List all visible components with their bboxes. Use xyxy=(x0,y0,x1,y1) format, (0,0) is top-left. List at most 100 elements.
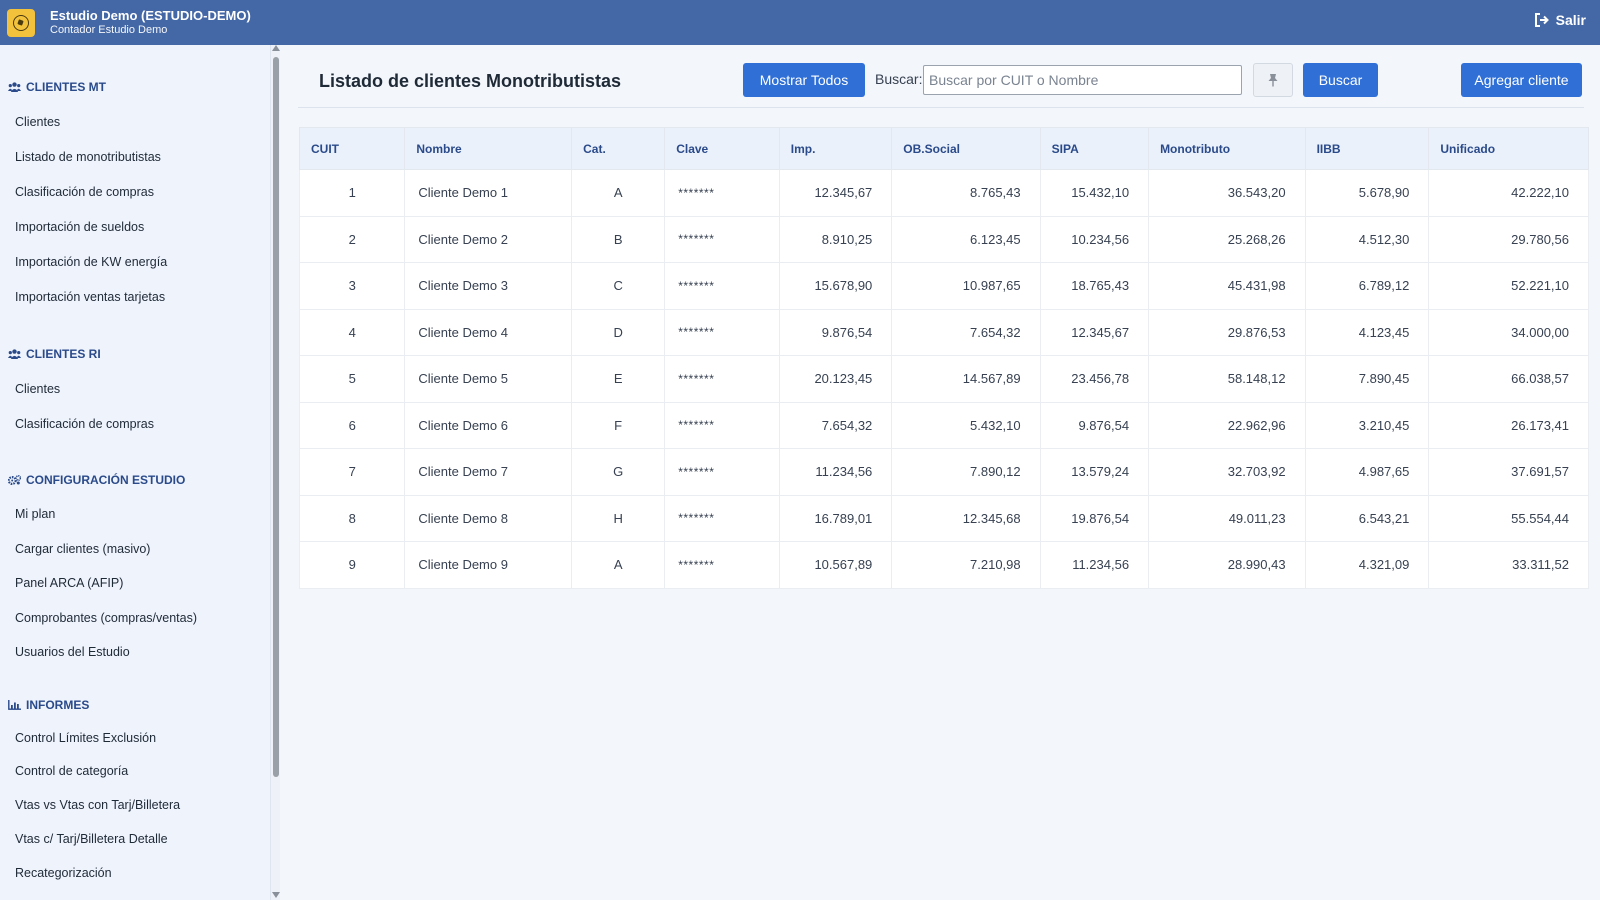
column-header-cat[interactable]: Cat. xyxy=(571,127,666,170)
sidebar-item-vtas-detalle[interactable]: Vtas c/ Tarj/Billetera Detalle xyxy=(15,832,168,846)
table-row[interactable]: 7 Cliente Demo 7 G ******* 11.234,56 7.890,12… xyxy=(298,448,1589,496)
search-label: Buscar: xyxy=(875,71,923,87)
sidebar-item-clasificacion-compras-ri[interactable]: Clasificación de compras xyxy=(15,417,154,431)
section-title: CLIENTES RI xyxy=(26,347,101,361)
sidebar-item-clientes-mt[interactable]: Clientes xyxy=(15,115,60,129)
sidebar-item-cargar-clientes[interactable]: Cargar clientes (masivo) xyxy=(15,542,150,556)
cell-iibb: 3.210,45 xyxy=(1304,401,1430,449)
sidebar-item-recategorizacion[interactable]: Recategorización xyxy=(15,866,112,880)
sidebar-scrollbar[interactable] xyxy=(270,45,280,900)
cell-iibb: 6.789,12 xyxy=(1304,262,1430,310)
column-header-imp[interactable]: Imp. xyxy=(778,127,893,170)
page-title: Listado de clientes Monotributistas xyxy=(319,71,622,91)
cell-cuit: 6 xyxy=(298,401,406,449)
column-header-monotributo[interactable]: Monotributo xyxy=(1148,127,1306,170)
cell-nombre: Cliente Demo 7 xyxy=(404,448,573,496)
column-header-ob-social[interactable]: OB.Social xyxy=(891,127,1041,170)
cell-iibb: 6.543,21 xyxy=(1304,494,1430,542)
table-row[interactable]: 5 Cliente Demo 5 E ******* 20.123,45 14.567,8… xyxy=(298,355,1589,403)
scrollbar-thumb[interactable] xyxy=(273,57,279,777)
cell-imp: 15.678,90 xyxy=(778,262,893,310)
sidebar-item-usuarios[interactable]: Usuarios del Estudio xyxy=(15,645,130,659)
section-title: INFORMES xyxy=(26,698,90,712)
sidebar-item-listado-monotributistas[interactable]: Listado de monotributistas xyxy=(15,150,161,164)
sidebar-item-comprobantes[interactable]: Comprobantes (compras/ventas) xyxy=(15,611,197,625)
sidebar-item-vtas-tarj[interactable]: Vtas vs Vtas con Tarj/Billetera xyxy=(15,798,180,812)
app-logo xyxy=(7,8,35,37)
table-row[interactable]: 3 Cliente Demo 3 C ******* 15.678,90 10.987,6… xyxy=(298,262,1589,310)
sidebar-item-clasificacion-compras[interactable]: Clasificación de compras xyxy=(15,185,154,199)
cell-imp: 8.910,25 xyxy=(778,215,893,263)
clients-table: CUIT Nombre Cat. Clave Imp. OB.Social SIPA Mono… xyxy=(298,127,1589,589)
cell-cat: B xyxy=(571,215,666,263)
sidebar-section-configuracion: CONFIGURACIÓN ESTUDIO xyxy=(8,473,185,487)
cell-clave: ******* xyxy=(664,215,780,263)
cell-imp: 20.123,45 xyxy=(778,355,893,403)
cell-monotributo: 29.876,53 xyxy=(1148,308,1306,356)
chart-icon xyxy=(8,700,21,710)
cell-monotributo: 32.703,92 xyxy=(1148,448,1306,496)
search-input[interactable] xyxy=(923,65,1242,95)
cell-cat: F xyxy=(571,401,666,449)
sidebar-item-importacion-tarjetas[interactable]: Importación ventas tarjetas xyxy=(15,290,165,304)
cell-cuit: 4 xyxy=(298,308,406,356)
sidebar-item-clientes-ri[interactable]: Clientes xyxy=(15,382,60,396)
cell-ob-social: 5.432,10 xyxy=(891,401,1041,449)
cell-sipa: 9.876,54 xyxy=(1039,401,1150,449)
scroll-down-icon[interactable] xyxy=(272,892,280,898)
table-row[interactable]: 1 Cliente Demo 1 A ******* 12.345,67 8.765,43… xyxy=(298,169,1589,217)
column-header-nombre[interactable]: Nombre xyxy=(404,127,573,170)
cell-sipa: 18.765,43 xyxy=(1039,262,1150,310)
cell-iibb: 7.890,45 xyxy=(1304,355,1430,403)
cell-imp: 16.789,01 xyxy=(778,494,893,542)
cell-monotributo: 49.011,23 xyxy=(1148,494,1306,542)
table-row[interactable]: 9 Cliente Demo 9 A ******* 10.567,89 7.210,98… xyxy=(298,541,1589,589)
table-header-row: CUIT Nombre Cat. Clave Imp. OB.Social SIPA Mono… xyxy=(298,127,1589,170)
logout-label: Salir xyxy=(1555,12,1586,28)
cell-clave: ******* xyxy=(664,355,780,403)
column-header-cuit[interactable]: CUIT xyxy=(298,127,406,170)
cell-ob-social: 8.765,43 xyxy=(891,169,1041,217)
cell-sipa: 23.456,78 xyxy=(1039,355,1150,403)
add-client-button[interactable]: Agregar cliente xyxy=(1461,63,1582,97)
pin-button[interactable] xyxy=(1253,63,1293,97)
column-header-sipa[interactable]: SIPA xyxy=(1039,127,1150,170)
cell-monotributo: 45.431,98 xyxy=(1148,262,1306,310)
column-header-iibb[interactable]: IIBB xyxy=(1304,127,1430,170)
logout-button[interactable]: Salir xyxy=(1534,12,1586,28)
cell-cuit: 5 xyxy=(298,355,406,403)
sidebar-item-panel-arca[interactable]: Panel ARCA (AFIP) xyxy=(15,576,123,590)
cell-imp: 10.567,89 xyxy=(778,541,893,589)
sidebar-section-clientes-mt: CLIENTES MT xyxy=(8,80,106,94)
cell-cuit: 2 xyxy=(298,215,406,263)
cell-sipa: 19.876,54 xyxy=(1039,494,1150,542)
pin-icon xyxy=(1268,74,1278,87)
column-header-unificado[interactable]: Unificado xyxy=(1428,127,1589,170)
cell-nombre: Cliente Demo 3 xyxy=(404,262,573,310)
cell-sipa: 13.579,24 xyxy=(1039,448,1150,496)
sidebar-item-importacion-sueldos[interactable]: Importación de sueldos xyxy=(15,220,144,234)
cell-sipa: 11.234,56 xyxy=(1039,541,1150,589)
table-row[interactable]: 4 Cliente Demo 4 D ******* 9.876,54 7.654,32 1… xyxy=(298,308,1589,356)
table-row[interactable]: 6 Cliente Demo 6 F ******* 7.654,32 5.432,10 9… xyxy=(298,401,1589,449)
cell-nombre: Cliente Demo 8 xyxy=(404,494,573,542)
cell-imp: 11.234,56 xyxy=(778,448,893,496)
column-header-clave[interactable]: Clave xyxy=(664,127,780,170)
cell-nombre: Cliente Demo 4 xyxy=(404,308,573,356)
sidebar-item-control-limites[interactable]: Control Límites Exclusión xyxy=(15,731,156,745)
cell-cuit: 7 xyxy=(298,448,406,496)
cell-cuit: 8 xyxy=(298,494,406,542)
sidebar-item-importacion-kw[interactable]: Importación de KW energía xyxy=(15,255,167,269)
cell-cat: A xyxy=(571,541,666,589)
cell-cat: A xyxy=(571,169,666,217)
search-button[interactable]: Buscar xyxy=(1303,63,1378,97)
cell-cat: H xyxy=(571,494,666,542)
cell-ob-social: 7.210,98 xyxy=(891,541,1041,589)
sidebar-item-mi-plan[interactable]: Mi plan xyxy=(15,507,55,521)
scroll-up-icon[interactable] xyxy=(272,45,280,51)
table-row[interactable]: 8 Cliente Demo 8 H ******* 16.789,01 12.345,6… xyxy=(298,494,1589,542)
cell-nombre: Cliente Demo 6 xyxy=(404,401,573,449)
show-all-button[interactable]: Mostrar Todos xyxy=(743,63,865,97)
table-row[interactable]: 2 Cliente Demo 2 B ******* 8.910,25 6.123,45 1… xyxy=(298,215,1589,263)
sidebar-item-control-categoria[interactable]: Control de categoría xyxy=(15,764,128,778)
